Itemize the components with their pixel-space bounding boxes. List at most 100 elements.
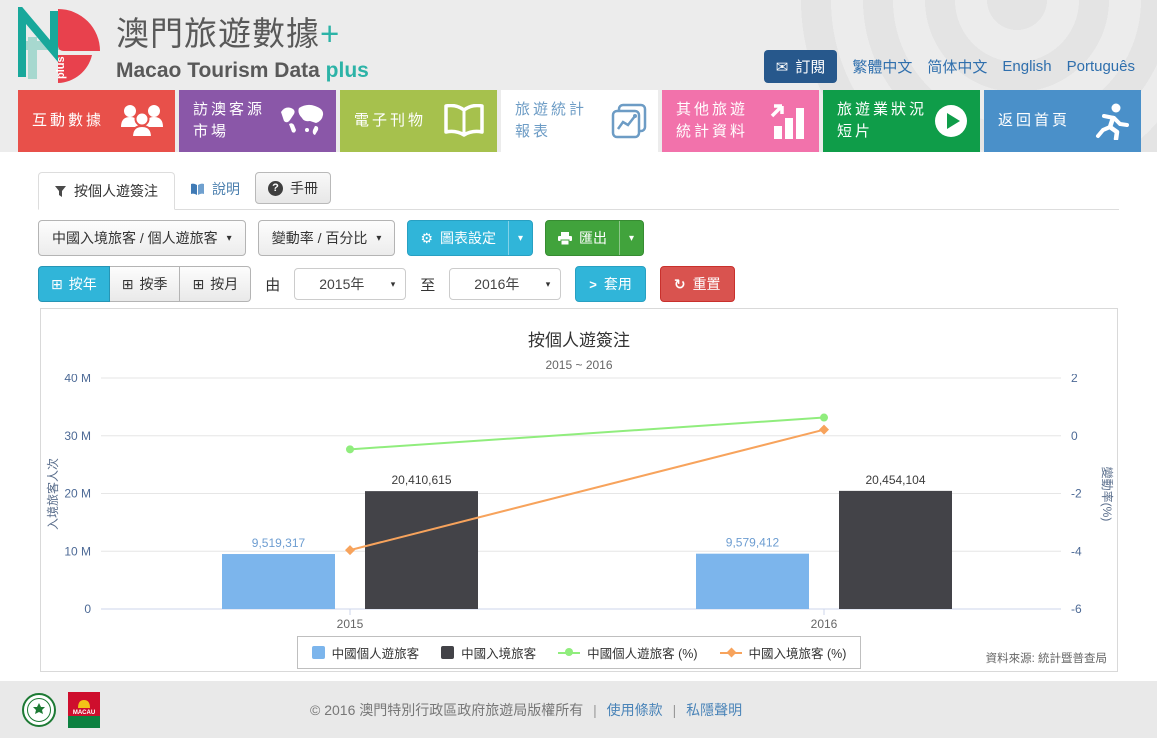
- manual-button[interactable]: ? 手冊: [255, 172, 331, 204]
- site-header: plus 澳門旅遊數據+ Macao Tourism Data plus ✉ 訂…: [0, 0, 1157, 90]
- svg-text:MACAU: MACAU: [73, 710, 95, 716]
- svg-text:0: 0: [84, 602, 91, 616]
- svg-text:10 M: 10 M: [64, 544, 91, 558]
- privacy-statement-link[interactable]: 私隱聲明: [686, 702, 742, 718]
- bar-0-2016[interactable]: [696, 554, 809, 609]
- nav-tourism-video-clips[interactable]: 旅遊業狀況短片: [823, 90, 980, 152]
- from-year-select[interactable]: 2015年 ▾: [294, 268, 406, 300]
- chevron-down-icon: ▾: [227, 233, 232, 244]
- open-book-icon: [442, 104, 486, 138]
- nav-other-tourism-statistics[interactable]: 其他旅遊統計資料: [662, 90, 819, 152]
- chart-subtitle: 2015 ~ 2016: [41, 358, 1117, 372]
- subscribe-button[interactable]: ✉ 訂閱: [764, 50, 838, 83]
- chart-settings-caret[interactable]: ▾: [508, 221, 532, 255]
- svg-text:30 M: 30 M: [64, 429, 91, 443]
- series-dropdown[interactable]: 中國入境旅客 / 個人遊旅客 ▾: [38, 220, 246, 256]
- legend-item[interactable]: 中國個人遊旅客: [312, 643, 420, 662]
- question-icon: ?: [268, 181, 283, 196]
- tab-info[interactable]: 說明: [190, 179, 240, 209]
- bar-1-2016[interactable]: [839, 491, 952, 609]
- export-button[interactable]: 匯出: [546, 221, 619, 255]
- line-marker[interactable]: [819, 425, 829, 435]
- government-emblem-logo: [22, 693, 56, 727]
- legend-swatch: [312, 646, 325, 659]
- chevron-down-icon: ▾: [391, 279, 396, 290]
- data-source-note: 資料來源: 統計暨普查局: [986, 650, 1107, 666]
- chevron-down-icon: ▾: [518, 233, 523, 244]
- line-marker[interactable]: [346, 445, 354, 453]
- svg-text:9,519,317: 9,519,317: [252, 536, 306, 550]
- lang-english[interactable]: English: [1002, 58, 1051, 75]
- site-title-zh: 澳門旅遊數據+: [116, 7, 369, 55]
- line-marker[interactable]: [345, 545, 355, 555]
- world-map-icon: [279, 104, 325, 138]
- lang-portuguese[interactable]: Português: [1067, 58, 1135, 75]
- to-label: 至: [420, 274, 435, 295]
- bar-0-2015[interactable]: [222, 554, 335, 609]
- lang-traditional-chinese[interactable]: 繁體中文: [852, 56, 912, 77]
- chevron-down-icon: ▾: [376, 233, 381, 244]
- legend-item[interactable]: 中國入境旅客 (%): [720, 643, 847, 662]
- svg-text:20,454,104: 20,454,104: [865, 473, 925, 487]
- filter-row-1: 中國入境旅客 / 個人遊旅客 ▾ 變動率 / 百分比 ▾ ⚙ 圖表設定 ▾: [38, 220, 1119, 256]
- svg-text:40 M: 40 M: [64, 374, 91, 385]
- chart-panel: 按個人遊簽注 2015 ~ 2016 40 M230 M020 M-210 M-…: [40, 308, 1118, 672]
- grid-icon: ⊞: [192, 276, 204, 293]
- play-video-icon: [933, 103, 969, 139]
- chart-settings-button[interactable]: ⚙ 圖表設定: [408, 221, 508, 255]
- from-label: 由: [265, 274, 280, 295]
- rate-dropdown[interactable]: 變動率 / 百分比 ▾: [258, 220, 396, 256]
- running-person-icon: [1092, 102, 1130, 140]
- report-chart-icon: [609, 103, 647, 139]
- svg-text:2016: 2016: [811, 617, 838, 631]
- filter-row-2: ⊞ 按年 ⊞ 按季 ⊞ 按月 由 2015年 ▾ 至 2016年 ▾ > 套用: [38, 266, 1119, 302]
- refresh-icon: ↻: [674, 276, 686, 293]
- svg-text:變動率(%): 變動率(%): [1100, 467, 1115, 522]
- svg-text:20 M: 20 M: [64, 487, 91, 501]
- legend-label: 中國個人遊旅客 (%): [587, 643, 697, 662]
- legend-line-symbol: [720, 648, 742, 657]
- lang-simplified-chinese[interactable]: 简体中文: [927, 56, 987, 77]
- svg-text:plus: plus: [55, 56, 67, 79]
- period-button-group: ⊞ 按年 ⊞ 按季 ⊞ 按月: [38, 266, 251, 302]
- filter-funnel-icon: [55, 186, 66, 197]
- apply-button[interactable]: > 套用: [575, 266, 646, 302]
- export-caret[interactable]: ▾: [619, 221, 643, 255]
- by-year-button[interactable]: ⊞ 按年: [38, 266, 110, 302]
- svg-text:入境旅客人次: 入境旅客人次: [45, 458, 60, 530]
- chevron-down-icon: ▾: [546, 279, 551, 290]
- chart-svg: 40 M230 M020 M-210 M-40-6入境旅客人次變動率(%)201…: [41, 374, 1119, 634]
- bar-chart-icon: [768, 102, 808, 140]
- legend-label: 中國個人遊旅客: [332, 643, 420, 662]
- by-quarter-button[interactable]: ⊞ 按季: [110, 266, 181, 302]
- legend-label: 中國入境旅客 (%): [749, 643, 847, 662]
- svg-text:20,410,615: 20,410,615: [391, 473, 451, 487]
- chevron-right-icon: >: [589, 277, 597, 292]
- nav-e-publications[interactable]: 電子刊物: [340, 90, 497, 152]
- bar-1-2015[interactable]: [365, 491, 478, 609]
- svg-text:0: 0: [1071, 429, 1078, 443]
- legend-label: 中國入境旅客: [461, 643, 536, 662]
- legend-item[interactable]: 中國入境旅客: [441, 643, 536, 662]
- svg-text:2: 2: [1071, 374, 1078, 385]
- nav-visitor-source-markets[interactable]: 訪澳客源市場: [179, 90, 336, 152]
- grid-icon: ⊞: [51, 276, 63, 293]
- legend-line-symbol: [558, 648, 580, 657]
- main-nav: 互動數據 訪澳客源市場 電子刊物 旅遊統計報表: [0, 90, 1157, 152]
- chevron-down-icon: ▾: [629, 233, 634, 244]
- by-month-button[interactable]: ⊞ 按月: [180, 266, 251, 302]
- reset-button[interactable]: ↻ 重置: [660, 266, 735, 302]
- nav-interactive-data[interactable]: 互動數據: [18, 90, 175, 152]
- nav-back-to-home[interactable]: 返回首頁: [984, 90, 1141, 152]
- svg-text:9,579,412: 9,579,412: [726, 536, 780, 550]
- nav-tourism-statistics-reports[interactable]: 旅遊統計報表: [501, 90, 658, 152]
- terms-of-use-link[interactable]: 使用條款: [607, 702, 663, 718]
- site-title-en: Macao Tourism Data plus: [116, 59, 369, 83]
- main-content: 按個人遊簽注 說明 ? 手冊 中國入境旅客 / 個人遊旅客 ▾ 變動率 / 百分…: [0, 152, 1157, 681]
- tab-by-ivs[interactable]: 按個人遊簽注: [38, 172, 175, 210]
- copyright-text: © 2016 澳門特別行政區政府旅遊局版權所有 | 使用條款 | 私隱聲明: [310, 700, 742, 720]
- line-marker[interactable]: [820, 414, 828, 422]
- legend-item[interactable]: 中國個人遊旅客 (%): [558, 643, 697, 662]
- to-year-select[interactable]: 2016年 ▾: [449, 268, 561, 300]
- svg-text:-4: -4: [1071, 544, 1082, 558]
